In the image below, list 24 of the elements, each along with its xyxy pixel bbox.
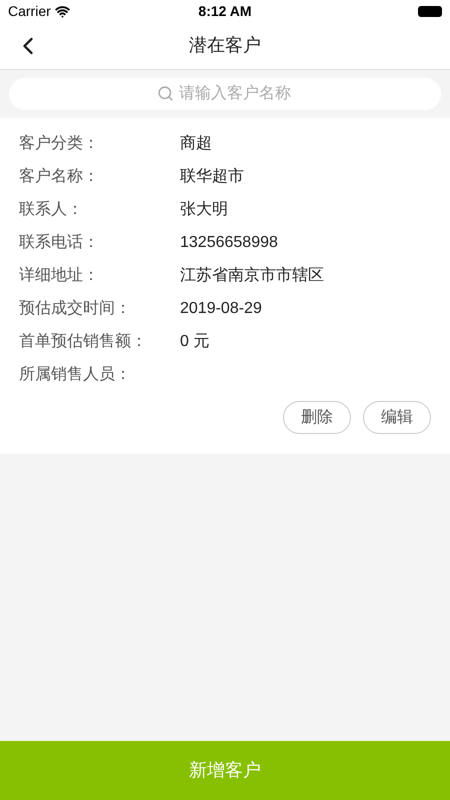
field-value: 2019-08-29 bbox=[180, 299, 262, 319]
battery-icon bbox=[418, 6, 442, 16]
field-value: 江苏省南京市市辖区 bbox=[180, 266, 324, 286]
field-label: 联系人： bbox=[19, 200, 84, 220]
field-label: 联系电话： bbox=[19, 232, 100, 253]
wifi-icon bbox=[54, 4, 70, 18]
field-label: 所属销售人员： bbox=[19, 365, 132, 385]
field-label: 详细地址： bbox=[19, 266, 100, 286]
status-time: 8:12 AM bbox=[198, 2, 252, 20]
field-label: 客户分类： bbox=[19, 134, 100, 154]
search-field[interactable]: 请输入客户名称 bbox=[9, 78, 441, 110]
field-label: 客户名称： bbox=[19, 166, 100, 187]
field-label: 首单预估销售额： bbox=[19, 332, 148, 352]
carrier-label: Carrier bbox=[8, 2, 51, 20]
field-value: 张大明 bbox=[180, 200, 228, 220]
page-title: 潜在客户 bbox=[189, 34, 261, 57]
field-value: 联华超市 bbox=[180, 166, 244, 187]
field-value: 0 元 bbox=[180, 332, 210, 352]
field-label: 预估成交时间： bbox=[19, 298, 132, 319]
field-value: 13256658998 bbox=[180, 233, 278, 253]
search-icon bbox=[157, 85, 174, 102]
edit-button[interactable]: 编辑 bbox=[363, 401, 431, 434]
field-value: 商超 bbox=[180, 134, 212, 154]
delete-button[interactable]: 删除 bbox=[283, 401, 351, 434]
